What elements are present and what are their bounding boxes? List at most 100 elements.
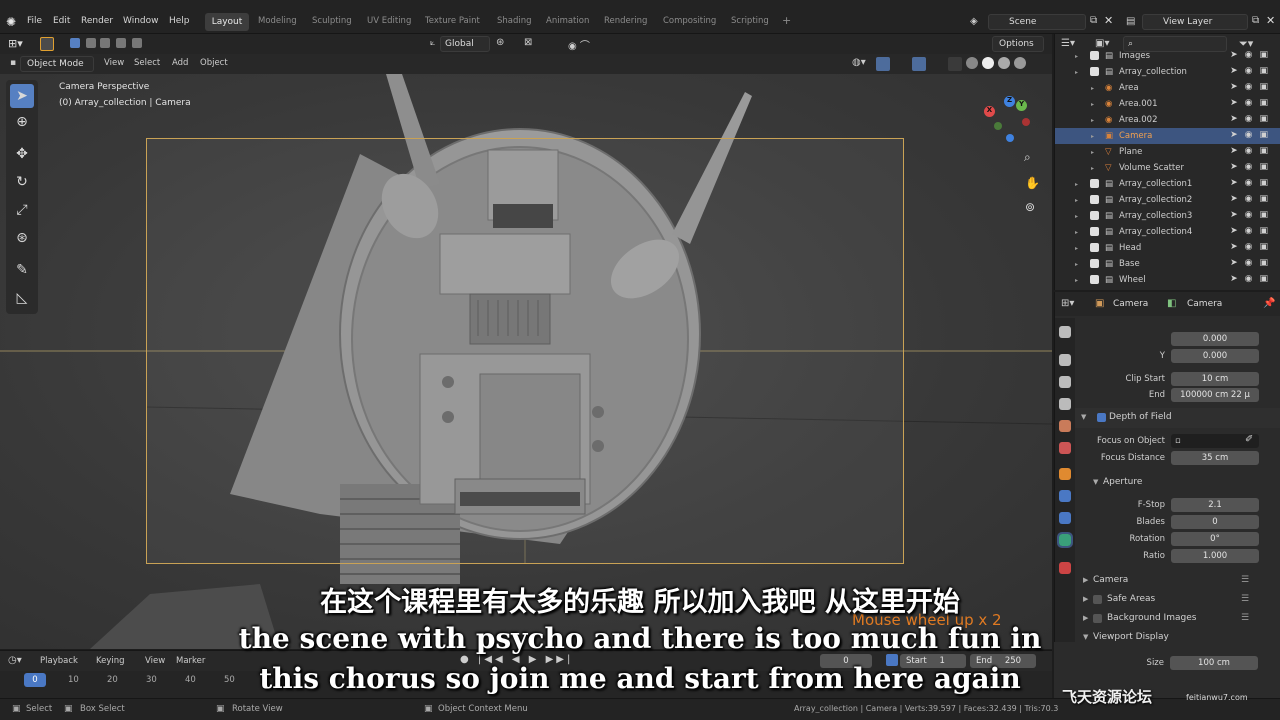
tab-compositing[interactable]: Compositing (663, 16, 716, 26)
pivot-icon[interactable]: ⊛ (496, 37, 504, 48)
eyedropper-icon[interactable]: ✐ (1245, 434, 1253, 445)
rotate-icon[interactable]: ↻ (10, 170, 34, 194)
visibility-toggles-icon[interactable]: ➤◉▣ (1230, 130, 1275, 140)
menu-view[interactable]: View (104, 58, 124, 68)
outliner-item[interactable]: ▸ ▤ Array_collection1 ➤◉▣ (1055, 176, 1280, 192)
outliner-item[interactable]: ▸ ▤ Array_collection ➤◉▣ (1055, 64, 1280, 80)
view-layer-tab-icon[interactable] (1059, 398, 1071, 410)
solid-shading-icon[interactable] (982, 57, 994, 69)
visibility-toggles-icon[interactable]: ➤◉▣ (1230, 50, 1275, 60)
visibility-toggles-icon[interactable]: ➤◉▣ (1230, 146, 1275, 156)
properties-editor-icon[interactable]: ⊞▾ (1061, 298, 1074, 309)
visibility-toggles-icon[interactable]: ➤◉▣ (1230, 274, 1275, 284)
scene-icon[interactable]: ◈ (970, 16, 978, 27)
camera-data-tab-icon[interactable] (1057, 532, 1073, 548)
visibility-toggles-icon[interactable]: ➤◉▣ (1230, 210, 1275, 220)
visibility-toggles-icon[interactable]: ➤◉▣ (1230, 98, 1275, 108)
outliner-item[interactable]: ▸ ▣ Camera ➤◉▣ (1055, 128, 1280, 144)
view-layer-selector[interactable]: View Layer (1142, 14, 1248, 30)
tab-shading[interactable]: Shading (497, 16, 532, 26)
aperture-label[interactable]: Aperture (1103, 477, 1142, 487)
collection-checkbox[interactable] (1090, 259, 1099, 268)
dof-panel-header[interactable]: ▼ Depth of Field (1075, 408, 1280, 428)
tab-rendering[interactable]: Rendering (604, 16, 647, 26)
outliner-item[interactable]: ▸ ◉ Area ➤◉▣ (1055, 80, 1280, 96)
tab-texture-paint[interactable]: Texture Paint (425, 16, 480, 26)
expand-arrow-icon[interactable]: ▸ (1075, 245, 1078, 252)
select-box-icon[interactable]: ➤ (10, 84, 34, 108)
expand-arrow-icon[interactable]: ▸ (1091, 165, 1094, 172)
copy-icon[interactable]: ⧉ (1090, 15, 1097, 26)
expand-arrow-icon[interactable]: ▸ (1091, 149, 1094, 156)
menu-help[interactable]: Help (169, 16, 190, 26)
camera-view-icon[interactable]: ⊚ (1025, 200, 1035, 214)
select-tool-icon[interactable] (40, 37, 54, 51)
rotation-field[interactable]: 0° (1171, 532, 1259, 546)
select-mode-extend-icon[interactable] (86, 38, 96, 48)
tab-uv-editing[interactable]: UV Editing (367, 16, 411, 26)
render-tab-icon[interactable] (1059, 354, 1071, 366)
navigation-gizmo[interactable]: X Y Z (980, 96, 1044, 160)
focus-distance-field[interactable]: 35 cm (1171, 451, 1259, 465)
gizmo-toggle-icon[interactable] (876, 57, 890, 71)
gizmo-neg-x[interactable] (1022, 118, 1030, 126)
expand-arrow-icon[interactable]: ▸ (1075, 277, 1078, 284)
expand-arrow-icon[interactable]: ▸ (1075, 197, 1078, 204)
gizmo-x-axis[interactable]: X (984, 106, 995, 117)
visibility-icon[interactable]: ◍▾ (852, 57, 866, 68)
clip-end-field[interactable]: 100000 cm 22 μ (1171, 388, 1259, 402)
outliner-item[interactable]: ▸ ▽ Volume Scatter ➤◉▣ (1055, 160, 1280, 176)
fstop-field[interactable]: 2.1 (1171, 498, 1259, 512)
object-tab-icon[interactable] (1059, 468, 1071, 480)
constraint-tab-icon[interactable] (1059, 512, 1071, 524)
ratio-field[interactable]: 1.000 (1171, 549, 1259, 563)
expand-arrow-icon[interactable]: ▸ (1075, 229, 1078, 236)
wireframe-shading-icon[interactable] (966, 57, 978, 69)
outliner-item[interactable]: ▸ ▤ Images ➤◉▣ (1055, 48, 1280, 64)
close-icon[interactable]: ✕ (1104, 14, 1113, 27)
outliner-item[interactable]: ▸ ▤ Array_collection4 ➤◉▣ (1055, 224, 1280, 240)
gizmo-neg-y[interactable] (994, 122, 1002, 130)
modifier-tab-icon[interactable] (1059, 490, 1071, 502)
collection-checkbox[interactable] (1090, 227, 1099, 236)
collection-checkbox[interactable] (1090, 275, 1099, 284)
collection-checkbox[interactable] (1090, 179, 1099, 188)
select-mode-invert-icon[interactable] (116, 38, 126, 48)
select-mode-intersect-icon[interactable] (132, 38, 142, 48)
visibility-toggles-icon[interactable]: ➤◉▣ (1230, 258, 1275, 268)
world-tab-icon[interactable] (1059, 442, 1071, 454)
copy-icon[interactable]: ⧉ (1252, 15, 1259, 26)
overlay-toggle-icon[interactable] (912, 57, 926, 71)
visibility-toggles-icon[interactable]: ➤◉▣ (1230, 162, 1275, 172)
scene-selector[interactable]: Scene (988, 14, 1086, 30)
menu-edit[interactable]: Edit (53, 16, 70, 26)
expand-arrow-icon[interactable]: ▸ (1091, 117, 1094, 124)
visibility-toggles-icon[interactable]: ➤◉▣ (1230, 242, 1275, 252)
visibility-toggles-icon[interactable]: ➤◉▣ (1230, 178, 1275, 188)
menu-render[interactable]: Render (81, 16, 113, 26)
move-icon[interactable]: ✥ (10, 142, 34, 166)
shift-y-field[interactable]: 0.000 (1171, 349, 1259, 363)
shift-x-field[interactable]: 0.000 (1171, 332, 1259, 346)
tab-scripting[interactable]: Scripting (731, 16, 769, 26)
dof-checkbox[interactable] (1097, 413, 1106, 422)
editor-type-icon[interactable]: ⊞▾ (8, 37, 23, 50)
zoom-icon[interactable]: ⌕ (1024, 150, 1031, 165)
texture-tab-icon[interactable] (1059, 562, 1071, 574)
visibility-toggles-icon[interactable]: ➤◉▣ (1230, 226, 1275, 236)
measure-icon[interactable]: ◺ (10, 286, 34, 310)
blades-field[interactable]: 0 (1171, 515, 1259, 529)
collection-checkbox[interactable] (1090, 195, 1099, 204)
close-icon[interactable]: ✕ (1266, 14, 1275, 27)
tool-tab-icon[interactable] (1059, 326, 1071, 338)
proportional-edit-icon[interactable]: ◉ ⌒ (568, 37, 590, 52)
collection-checkbox[interactable] (1090, 243, 1099, 252)
xray-toggle-icon[interactable] (948, 57, 962, 71)
gizmo-y-axis[interactable]: Y (1016, 100, 1027, 111)
scale-icon[interactable]: ⤢ (10, 198, 34, 222)
transform-icon[interactable]: ⊛ (10, 226, 34, 250)
outliner-item[interactable]: ▸ ▤ Head ➤◉▣ (1055, 240, 1280, 256)
expand-arrow-icon[interactable]: ▸ (1091, 133, 1094, 140)
expand-arrow-icon[interactable]: ▸ (1075, 69, 1078, 76)
transform-orientation-dropdown[interactable]: Global (440, 36, 490, 52)
